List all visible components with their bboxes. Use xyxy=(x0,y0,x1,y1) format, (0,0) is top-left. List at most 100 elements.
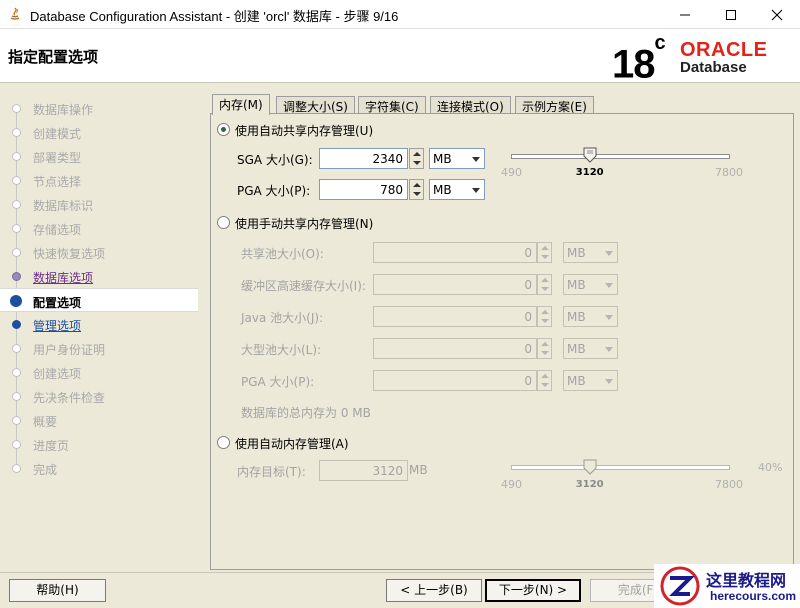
config-content: 内存(M) 调整大小(S) 字符集(C) 连接模式(O) 示例方案(E) 使用自… xyxy=(210,94,794,570)
spin-up-icon xyxy=(413,183,421,187)
spin-up-icon xyxy=(413,152,421,156)
minimize-icon xyxy=(680,14,690,15)
logo-sub: Database xyxy=(680,59,747,76)
nav-step-progress: 进度页 xyxy=(0,432,198,456)
spin-down-icon xyxy=(541,383,549,387)
tab-connection-mode[interactable]: 连接模式(O) xyxy=(430,96,511,114)
nav-step-user-credentials: 用户身份证明 xyxy=(0,336,198,360)
shared-pool-label: 共享池大小(O): xyxy=(241,247,324,261)
step-dot-icon xyxy=(12,200,21,209)
java-pool-spinner[interactable] xyxy=(537,306,552,327)
chevron-down-icon xyxy=(605,283,613,288)
slider-thumb-icon[interactable] xyxy=(583,459,597,475)
nav-step-database-operation: 数据库操作 xyxy=(0,96,198,120)
nav-step-creation-option: 创建选项 xyxy=(0,360,198,384)
manual-pga-input[interactable]: 0 xyxy=(373,370,537,391)
memory-target-label: 内存目标(T): xyxy=(237,465,306,479)
asmm-memory-slider[interactable] xyxy=(511,154,730,159)
memory-target-input[interactable]: 3120 xyxy=(319,460,408,481)
amm-radio[interactable] xyxy=(217,436,230,449)
next-button[interactable]: 下一步(N) > xyxy=(485,579,581,602)
java-app-icon xyxy=(10,7,20,20)
step-dot-icon xyxy=(12,128,21,137)
sga-size-spinner[interactable] xyxy=(409,148,424,169)
spin-up-icon xyxy=(541,374,549,378)
page-title: 指定配置选项 xyxy=(8,48,99,66)
logo-version: 18c xyxy=(612,32,666,87)
java-pool-input[interactable]: 0 xyxy=(373,306,537,327)
buffer-cache-unit-select[interactable]: MB xyxy=(563,274,618,295)
memory-target-unit: MB xyxy=(409,463,428,477)
step-dot-icon xyxy=(12,104,21,113)
nav-step-finish: 完成 xyxy=(0,456,198,480)
chevron-down-icon xyxy=(605,251,613,256)
pga-unit-select[interactable]: MB xyxy=(429,179,485,200)
shared-pool-spinner[interactable] xyxy=(537,242,552,263)
step-dot-icon xyxy=(12,272,21,281)
back-button[interactable]: < 上一步(B) xyxy=(386,579,482,602)
manual-memory-radio[interactable] xyxy=(217,216,230,229)
nav-step-storage-option: 存储选项 xyxy=(0,216,198,240)
manual-pga-unit-select[interactable]: MB xyxy=(563,370,618,391)
sga-size-input[interactable]: 2340 xyxy=(319,148,408,169)
pga-size-spinner[interactable] xyxy=(409,179,424,200)
nav-step-node-selection: 节点选择 xyxy=(0,168,198,192)
buffer-cache-spinner[interactable] xyxy=(537,274,552,295)
spin-up-icon xyxy=(541,278,549,282)
sga-size-label: SGA 大小(G): xyxy=(237,153,313,167)
shared-pool-unit-select[interactable]: MB xyxy=(563,242,618,263)
step-dot-icon xyxy=(12,392,21,401)
amm-slider-current: 3120 xyxy=(575,479,604,490)
large-pool-input[interactable]: 0 xyxy=(373,338,537,359)
nav-step-fast-recovery: 快速恢复选项 xyxy=(0,240,198,264)
java-pool-unit-select[interactable]: MB xyxy=(563,306,618,327)
manual-pga-label: PGA 大小(P): xyxy=(241,375,315,389)
nav-step-configuration-options: 配置选项 xyxy=(0,288,198,312)
close-button[interactable] xyxy=(754,0,800,29)
step-dot-icon xyxy=(12,368,21,377)
step-header: 指定配置选项 18c ORACLE Database xyxy=(0,29,800,87)
help-button[interactable]: 帮助(H) xyxy=(9,579,106,602)
nav-step-management-options[interactable]: 管理选项 xyxy=(0,312,198,336)
nav-step-database-identification: 数据库标识 xyxy=(0,192,198,216)
step-dot-icon xyxy=(12,464,21,473)
buffer-cache-input[interactable]: 0 xyxy=(373,274,537,295)
amm-slider-min: 490 xyxy=(501,478,522,491)
minimize-button[interactable] xyxy=(662,0,708,29)
large-pool-unit-select[interactable]: MB xyxy=(563,338,618,359)
maximize-button[interactable] xyxy=(708,0,754,29)
amm-percent: 40% xyxy=(758,461,783,474)
shared-pool-input[interactable]: 0 xyxy=(373,242,537,263)
watermark-logo-icon xyxy=(660,566,700,606)
asmm-radio[interactable] xyxy=(217,123,230,136)
close-icon xyxy=(771,9,783,20)
nav-step-creation-mode: 创建模式 xyxy=(0,120,198,144)
spin-down-icon xyxy=(413,192,421,196)
manual-pga-spinner[interactable] xyxy=(537,370,552,391)
spin-down-icon xyxy=(541,255,549,259)
current-step-icon xyxy=(10,295,22,307)
slider-thumb-icon[interactable] xyxy=(583,147,597,163)
tab-character-sets[interactable]: 字符集(C) xyxy=(358,96,426,114)
amm-memory-slider[interactable] xyxy=(511,465,730,470)
pga-size-input[interactable]: 780 xyxy=(319,179,408,200)
nav-step-database-options[interactable]: 数据库选项 xyxy=(0,264,198,288)
window-title: Database Configuration Assistant - 创建 'o… xyxy=(30,9,399,24)
tab-sample-schemas[interactable]: 示例方案(E) xyxy=(515,96,594,114)
manual-memory-label: 使用手动共享内存管理(N) xyxy=(235,217,374,231)
large-pool-spinner[interactable] xyxy=(537,338,552,359)
memory-panel: 使用自动共享内存管理(U) SGA 大小(G): 2340 MB PGA 大小(… xyxy=(210,113,794,570)
asmm-slider-current: 3120 xyxy=(575,167,604,178)
tab-sizing[interactable]: 调整大小(S) xyxy=(276,96,355,114)
step-dot-icon xyxy=(12,152,21,161)
tab-memory[interactable]: 内存(M) xyxy=(212,94,270,115)
buffer-cache-label: 缓冲区高速缓存大小(I): xyxy=(241,279,366,293)
nav-step-summary: 概要 xyxy=(0,408,198,432)
sga-unit-select[interactable]: MB xyxy=(429,148,485,169)
asmm-label: 使用自动共享内存管理(U) xyxy=(235,124,374,138)
spin-down-icon xyxy=(413,161,421,165)
spin-up-icon xyxy=(541,246,549,250)
watermark-url: herecours.com xyxy=(710,589,797,603)
step-dot-icon xyxy=(12,320,21,329)
watermark-text: 这里教程网 xyxy=(706,571,787,590)
